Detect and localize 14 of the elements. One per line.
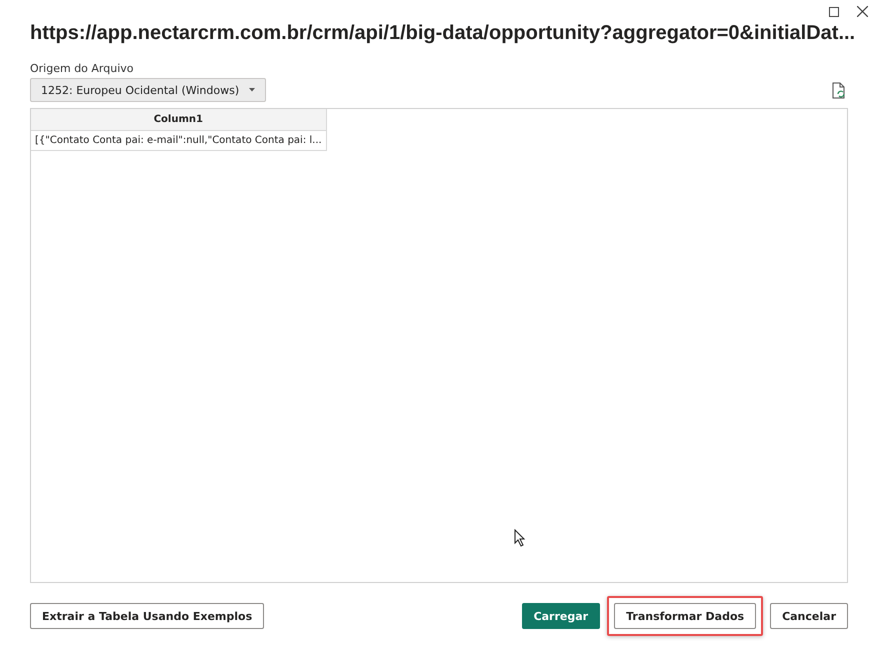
column-header[interactable]: Column1 [31, 109, 326, 130]
table-cell: [{"Contato Conta pai: e-mail":null,"Contato Conta pai: l... [31, 130, 326, 150]
caret-icon [249, 88, 256, 92]
dialog-button[interactable]: Extrair a Tabela Usando Exemplos [30, 603, 264, 629]
dialog-button[interactable]: Transformar Dados [614, 603, 756, 629]
close-icon[interactable] [857, 6, 868, 17]
maximize-icon[interactable] [829, 6, 839, 16]
mouse-pointer-icon [514, 529, 526, 547]
file-origin-dropdown[interactable]: 1252: Europeu Ocidental (Windows) [30, 78, 266, 102]
dialog-button[interactable]: Cancelar [770, 603, 848, 629]
field-label: Origem do Arquivo [30, 62, 135, 75]
window-title: https://app.nectarcrm.com.br/crm/api/1/big-data/opportunity?aggregator=0&initialDat... [30, 21, 856, 46]
dialog-button[interactable]: Carregar [522, 603, 600, 629]
refresh-file-icon[interactable] [832, 82, 846, 98]
